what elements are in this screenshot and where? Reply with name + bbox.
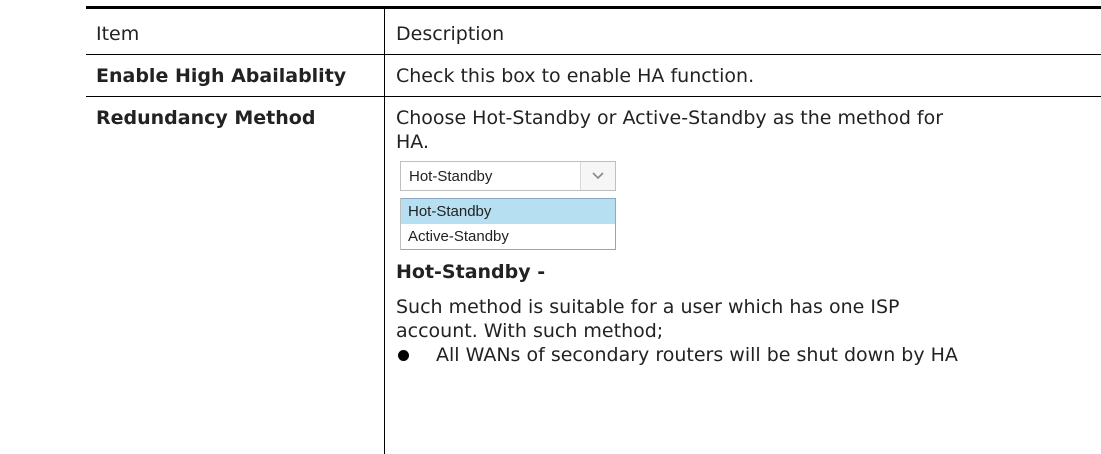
- column-divider: [384, 8, 385, 454]
- option-active-standby[interactable]: Active-Standby: [401, 224, 615, 249]
- row-item-enable-ha: Enable High Abailablity: [96, 65, 347, 87]
- hot-standby-paragraph-line-1: Such method is suitable for a user which…: [396, 296, 900, 318]
- select-current-value: Hot-Standby: [409, 168, 493, 185]
- bullet-item: All WANs of secondary routers will be sh…: [436, 344, 958, 366]
- header-item: Item: [96, 23, 140, 45]
- hot-standby-paragraph-line-2: account. With such method;: [396, 320, 664, 342]
- row-description-enable-ha: Check this box to enable HA function.: [396, 65, 755, 87]
- chevron-down-icon: [592, 172, 604, 180]
- option-hot-standby[interactable]: Hot-Standby: [401, 199, 615, 224]
- row-divider: [86, 96, 1101, 97]
- select-dropdown-button[interactable]: [580, 162, 615, 190]
- item-description-table: Item Description Enable High Abailablity…: [0, 0, 1101, 454]
- redundancy-method-select[interactable]: Hot-Standby: [400, 161, 616, 191]
- row-item-redundancy-method: Redundancy Method: [96, 107, 316, 129]
- redundancy-description-line-1: Choose Hot-Standby or Active-Standby as …: [396, 107, 944, 129]
- header-description: Description: [396, 23, 505, 45]
- bullet-dot-icon: [398, 350, 409, 361]
- header-divider: [86, 54, 1101, 55]
- redundancy-method-options: Hot-Standby Active-Standby: [400, 198, 616, 250]
- table-top-rule: [86, 6, 1101, 9]
- hot-standby-subheading: Hot-Standby -: [396, 261, 546, 283]
- redundancy-description-line-2: HA.: [396, 131, 429, 153]
